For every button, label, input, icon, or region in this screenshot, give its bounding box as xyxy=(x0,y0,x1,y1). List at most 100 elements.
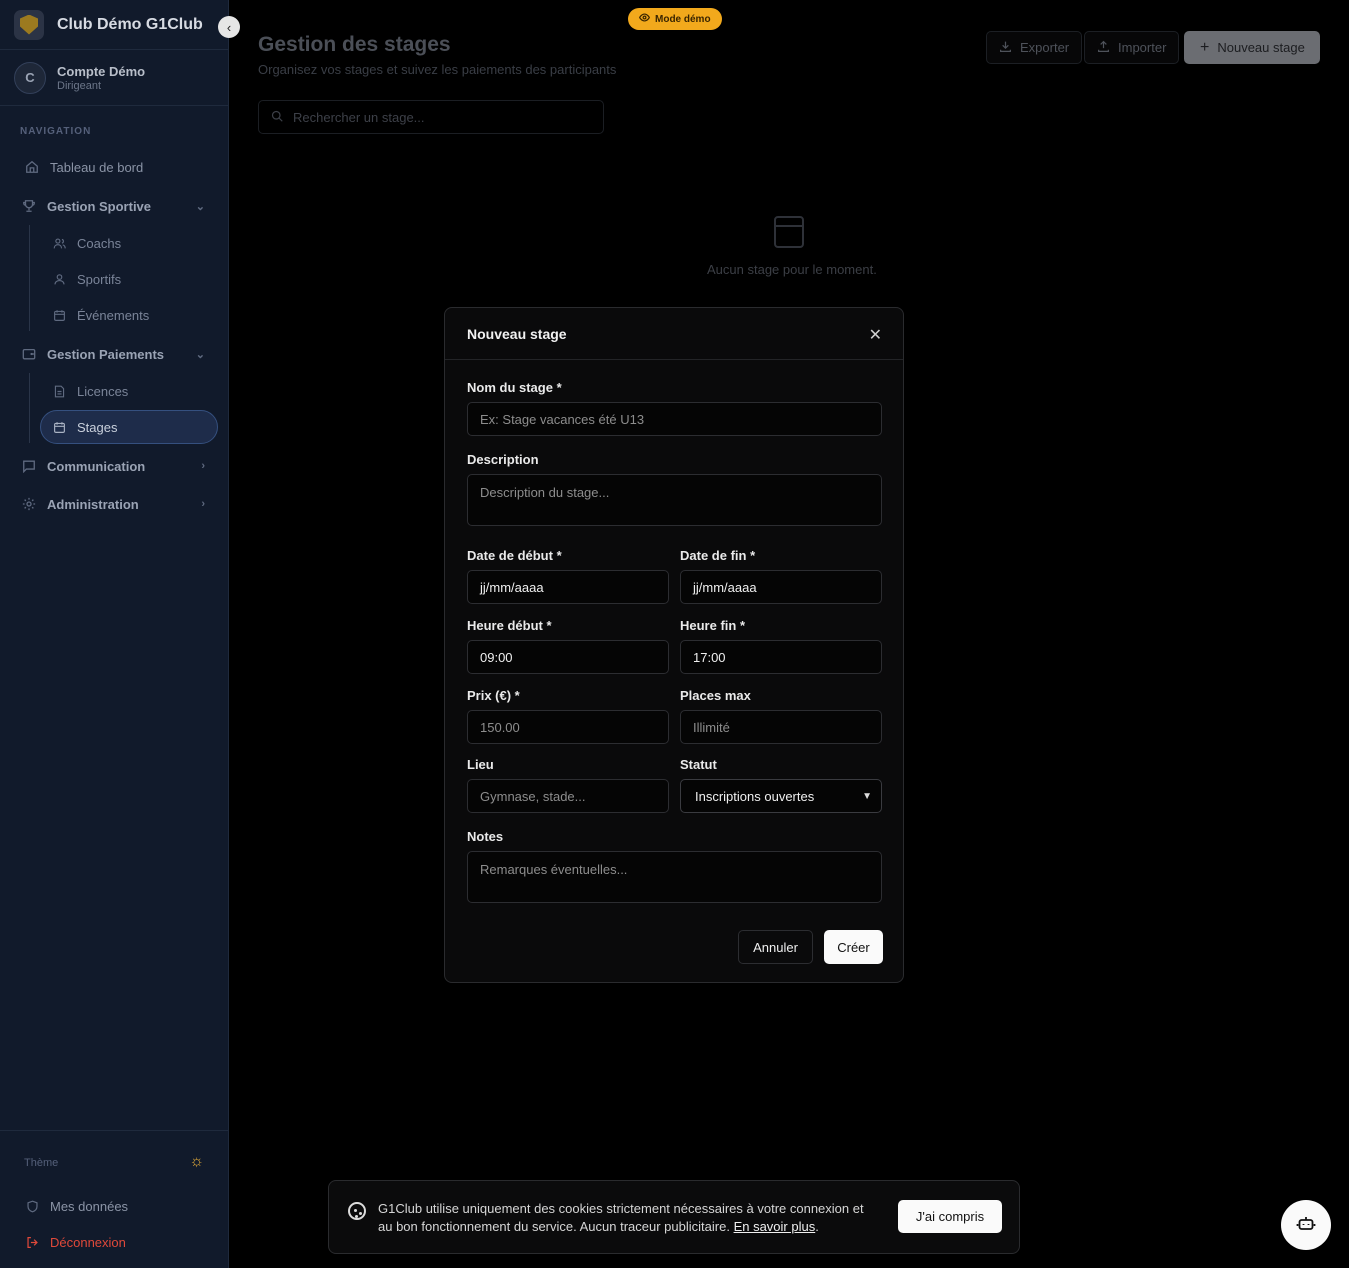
import-label: Importer xyxy=(1118,40,1167,55)
sidebar-group-sport[interactable]: Gestion Sportive ⌄ xyxy=(0,196,229,216)
new-stage-label: Nouveau stage xyxy=(1217,40,1305,55)
sidebar-item-label: Tableau de bord xyxy=(50,159,144,175)
calendar-icon xyxy=(51,419,67,435)
notes-label: Notes xyxy=(467,829,504,844)
my-data-label: Mes données xyxy=(50,1198,129,1214)
end-date-input[interactable]: jj/mm/aaaa xyxy=(680,570,882,604)
user-icon xyxy=(51,271,67,287)
end-time-input[interactable]: 17:00 xyxy=(680,640,882,674)
sidebar-footer: Thème ☼ Mes données Déconnexion xyxy=(0,1130,229,1250)
start-time-label: Heure début * xyxy=(467,618,552,633)
sidebar-group-administration[interactable]: Administration › xyxy=(0,494,229,514)
page-subtitle: Organisez vos stages et suivez les paiem… xyxy=(258,62,617,77)
start-date-input[interactable]: jj/mm/aaaa xyxy=(467,570,669,604)
location-label: Lieu xyxy=(467,757,494,772)
sidebar-group-label: Administration xyxy=(47,496,139,512)
name-label: Nom du stage * xyxy=(467,380,562,395)
users-icon xyxy=(51,235,67,251)
sidebar-item-label: Stages xyxy=(77,419,118,435)
sidebar-item-sportifs[interactable]: Sportifs xyxy=(0,269,229,289)
sidebar-group-label: Gestion Paiements xyxy=(47,346,165,362)
sidebar-group-label: Communication xyxy=(47,458,146,474)
export-label: Exporter xyxy=(1020,40,1070,55)
chevron-left-icon: ‹ xyxy=(226,19,232,35)
account-name: Compte Démo xyxy=(57,63,146,79)
logout-icon xyxy=(24,1234,40,1250)
wallet-icon xyxy=(21,346,37,362)
create-button[interactable]: Créer xyxy=(824,930,883,964)
export-button[interactable]: Exporter xyxy=(986,31,1083,64)
empty-state-text: Aucun stage pour le moment. xyxy=(707,262,877,277)
description-label: Description xyxy=(467,452,539,467)
sidebar-item-label: Licences xyxy=(77,383,129,399)
stage-name-input[interactable]: Ex: Stage vacances été U13 xyxy=(467,402,882,436)
sidebar: Club Démo G1Club C Compte Démo Dirigeant… xyxy=(0,0,229,1268)
collapse-sidebar-button[interactable]: ‹ xyxy=(218,16,240,38)
end-time-label: Heure fin * xyxy=(680,618,746,633)
search-input[interactable]: Rechercher un stage... xyxy=(258,100,604,134)
cookie-icon xyxy=(348,1202,366,1220)
chevron-down-icon: ⌄ xyxy=(195,200,205,213)
shield-icon xyxy=(24,1198,40,1214)
brand-header: Club Démo G1Club xyxy=(0,0,228,50)
chevron-down-icon: ⌄ xyxy=(195,348,205,361)
chevron-right-icon: › xyxy=(201,460,205,472)
places-label: Places max xyxy=(680,688,751,703)
sidebar-group-communication[interactable]: Communication › xyxy=(0,456,229,476)
theme-row: Thème ☼ xyxy=(24,1153,204,1170)
sidebar-group-payments[interactable]: Gestion Paiements ⌄ xyxy=(0,344,229,364)
price-input[interactable]: 150.00 xyxy=(467,710,669,744)
sun-icon[interactable]: ☼ xyxy=(189,1153,204,1171)
end-date-label: Date de fin * xyxy=(680,548,756,563)
cancel-button[interactable]: Annuler xyxy=(738,930,813,964)
sidebar-item-licences[interactable]: Licences xyxy=(0,381,229,401)
new-stage-button[interactable]: + Nouveau stage xyxy=(1184,31,1320,64)
start-date-label: Date de début * xyxy=(467,548,562,563)
sidebar-item-label: Événements xyxy=(77,307,150,323)
search-placeholder: Rechercher un stage... xyxy=(293,109,425,125)
cookie-banner: G1Club utilise uniquement des cookies st… xyxy=(328,1180,1020,1254)
message-icon xyxy=(21,458,37,474)
sidebar-item-coachs[interactable]: Coachs xyxy=(0,233,229,253)
close-icon[interactable]: ✕ xyxy=(869,325,882,345)
page-title: Gestion des stages xyxy=(258,33,451,56)
logout-link[interactable]: Déconnexion xyxy=(0,1232,229,1252)
cookie-text: G1Club utilise uniquement des cookies st… xyxy=(378,1200,878,1236)
status-label: Statut xyxy=(680,757,717,772)
club-name: Club Démo G1Club xyxy=(57,15,203,33)
new-stage-dialog: Nouveau stage ✕ Nom du stage * Ex: Stage… xyxy=(444,307,904,983)
price-label: Prix (€) * xyxy=(467,688,520,703)
start-time-input[interactable]: 09:00 xyxy=(467,640,669,674)
sidebar-item-stages[interactable]: Stages xyxy=(0,417,229,437)
places-input[interactable]: Illimité xyxy=(680,710,882,744)
calendar-icon xyxy=(51,307,67,323)
upload-icon xyxy=(1097,40,1110,56)
robot-icon xyxy=(1296,1213,1316,1238)
sidebar-item-dashboard[interactable]: Tableau de bord xyxy=(0,157,229,177)
notes-textarea[interactable]: Remarques éventuelles... xyxy=(467,851,882,903)
description-textarea[interactable]: Description du stage... xyxy=(467,474,882,526)
club-logo xyxy=(14,9,44,40)
document-icon xyxy=(51,383,67,399)
trophy-icon xyxy=(21,198,37,214)
dialog-title: Nouveau stage xyxy=(467,325,567,342)
account-role: Dirigeant xyxy=(57,79,102,92)
import-button[interactable]: Importer xyxy=(1084,31,1180,64)
sidebar-item-evenements[interactable]: Événements xyxy=(0,305,229,325)
sidebar-group-label: Gestion Sportive xyxy=(47,198,152,214)
accept-cookies-button[interactable]: J'ai compris xyxy=(898,1200,1002,1233)
assistant-button[interactable] xyxy=(1281,1200,1331,1250)
status-select[interactable]: Inscriptions ouvertes ▼ xyxy=(680,779,882,813)
account-card[interactable]: C Compte Démo Dirigeant xyxy=(0,50,228,106)
avatar: C xyxy=(14,61,46,94)
status-value: Inscriptions ouvertes xyxy=(695,788,815,804)
sidebar-item-label: Sportifs xyxy=(77,271,122,287)
download-icon xyxy=(999,40,1012,56)
learn-more-link[interactable]: En savoir plus xyxy=(734,1219,816,1234)
my-data-link[interactable]: Mes données xyxy=(0,1196,229,1216)
demo-mode-label: Mode démo xyxy=(655,13,711,25)
calendar-icon xyxy=(774,216,804,248)
logout-label: Déconnexion xyxy=(50,1234,126,1250)
search-icon xyxy=(271,110,283,125)
location-input[interactable]: Gymnase, stade... xyxy=(467,779,669,813)
